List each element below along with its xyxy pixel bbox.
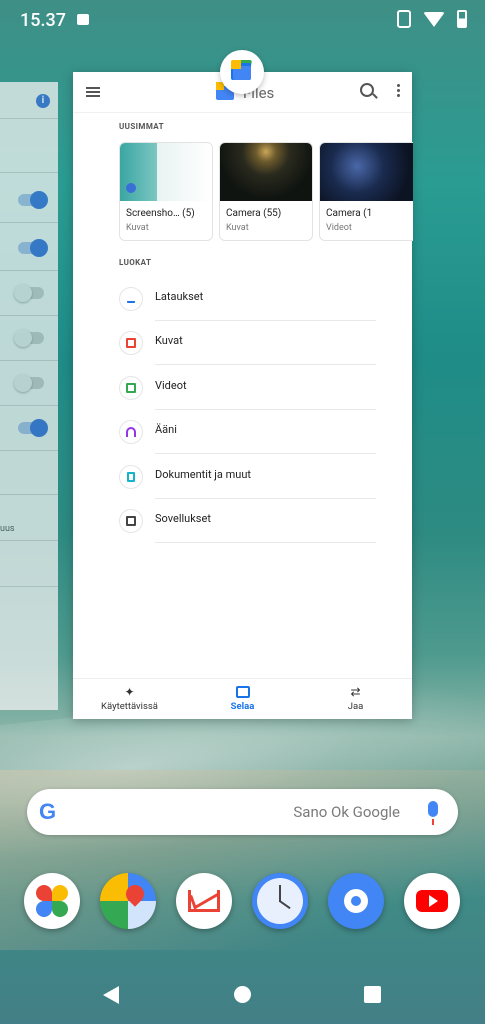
back-button[interactable] bbox=[103, 986, 119, 1004]
category-apps[interactable]: Sovellukset bbox=[119, 499, 376, 543]
download-icon bbox=[119, 287, 143, 311]
google-photos-app-icon[interactable] bbox=[24, 873, 80, 929]
category-images[interactable]: Kuvat bbox=[119, 321, 376, 365]
toggle-switch[interactable] bbox=[14, 284, 44, 302]
system-navigation-bar bbox=[0, 964, 485, 1024]
toggle-switch[interactable] bbox=[18, 419, 48, 437]
menu-icon[interactable] bbox=[86, 87, 100, 97]
nav-share[interactable]: ⇄ Jaa bbox=[299, 683, 412, 717]
battery-icon bbox=[457, 10, 467, 28]
recent-item[interactable]: Screensho… (5) Kuvat bbox=[119, 142, 213, 241]
maps-app-icon[interactable] bbox=[100, 873, 156, 929]
recent-heading: UUSIMMAT bbox=[119, 122, 164, 131]
share-arrows-icon: ⇄ bbox=[350, 685, 361, 699]
microphone-icon[interactable] bbox=[428, 801, 438, 825]
vibrate-icon bbox=[397, 10, 411, 28]
gmail-app-icon[interactable] bbox=[176, 873, 232, 929]
google-search-bar[interactable]: G Sano Ok Google bbox=[27, 789, 458, 835]
info-icon: i bbox=[36, 94, 50, 108]
status-bar: 15.37 bbox=[0, 0, 485, 40]
image-notification-icon bbox=[77, 14, 89, 25]
divider bbox=[0, 586, 58, 587]
recent-item-count: (1 bbox=[363, 208, 373, 219]
browse-icon bbox=[235, 686, 250, 698]
toggle-switch[interactable] bbox=[18, 239, 48, 257]
divider bbox=[0, 540, 58, 541]
category-audio[interactable]: Ääni bbox=[119, 410, 376, 454]
divider bbox=[0, 360, 58, 361]
settings-app-icon[interactable] bbox=[328, 873, 384, 929]
toggle-switch[interactable] bbox=[18, 191, 48, 209]
categories-heading: LUOKAT bbox=[119, 258, 152, 267]
search-placeholder: Sano Ok Google bbox=[293, 803, 400, 821]
status-time: 15.37 bbox=[20, 10, 66, 31]
recents-button[interactable] bbox=[364, 986, 381, 1003]
divider bbox=[0, 450, 58, 451]
recent-item[interactable]: Camera (55) Kuvat bbox=[219, 142, 313, 241]
background-app-card[interactable]: i uus bbox=[0, 82, 58, 710]
files-app-icon[interactable] bbox=[220, 50, 264, 94]
apps-icon bbox=[119, 509, 143, 533]
divider bbox=[0, 315, 58, 316]
divider bbox=[0, 494, 58, 495]
headphones-icon bbox=[119, 420, 143, 444]
divider bbox=[0, 222, 58, 223]
recent-item-name: Camera bbox=[326, 208, 361, 219]
recent-item-count: (5) bbox=[182, 208, 195, 219]
recent-item-name: Screensho… bbox=[126, 208, 180, 219]
nav-browse[interactable]: Selaa bbox=[186, 683, 299, 717]
youtube-app-icon[interactable] bbox=[404, 873, 460, 929]
image-icon bbox=[119, 331, 143, 355]
video-icon bbox=[119, 376, 143, 400]
bottom-navigation: ✦ Käytettävissä Selaa ⇄ Jaa bbox=[73, 678, 412, 719]
recent-item[interactable]: Camera (1 Videot bbox=[319, 142, 413, 241]
recent-item-count: (55) bbox=[263, 208, 282, 219]
search-icon[interactable] bbox=[360, 83, 374, 97]
divider bbox=[0, 270, 58, 271]
truncated-label: uus bbox=[0, 524, 15, 534]
recent-item-type: Kuvat bbox=[126, 223, 149, 233]
recent-item-type: Kuvat bbox=[226, 223, 249, 233]
status-icons bbox=[397, 10, 467, 28]
divider bbox=[0, 118, 58, 119]
thumbnail bbox=[220, 143, 312, 201]
document-icon bbox=[119, 465, 143, 489]
more-options-icon[interactable] bbox=[397, 84, 400, 87]
category-downloads[interactable]: Lataukset bbox=[119, 277, 376, 321]
nav-available[interactable]: ✦ Käytettävissä bbox=[73, 683, 186, 717]
home-button[interactable] bbox=[234, 986, 251, 1003]
divider bbox=[0, 405, 58, 406]
thumbnail bbox=[120, 143, 212, 201]
google-g-logo: G bbox=[39, 799, 57, 824]
toggle-switch[interactable] bbox=[14, 374, 44, 392]
files-app-card[interactable]: Files UUSIMMAT Screensho… (5) Kuvat Came… bbox=[73, 72, 413, 719]
clock-app-icon[interactable] bbox=[252, 873, 308, 929]
wifi-icon bbox=[423, 11, 445, 27]
category-documents[interactable]: Dokumentit ja muut bbox=[119, 455, 376, 499]
category-videos[interactable]: Videot bbox=[119, 366, 376, 410]
thumbnail bbox=[320, 143, 413, 201]
files-logo-icon bbox=[231, 60, 253, 82]
toggle-switch[interactable] bbox=[14, 329, 44, 347]
recent-item-name: Camera bbox=[226, 208, 261, 219]
divider bbox=[0, 172, 58, 173]
recent-item-type: Videot bbox=[326, 223, 352, 233]
sparkle-icon: ✦ bbox=[124, 685, 135, 699]
